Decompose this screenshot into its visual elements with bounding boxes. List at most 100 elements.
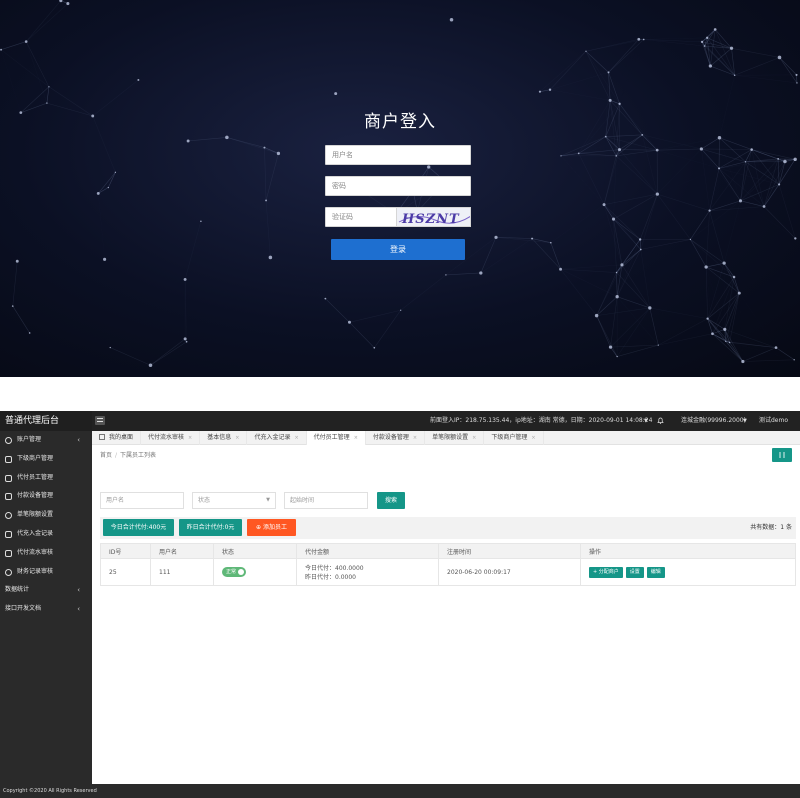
- sidebar-item-label: 代付流水审核: [17, 548, 54, 556]
- sidebar-item-label: 接口开发文档: [5, 605, 42, 613]
- person-icon: [5, 455, 12, 463]
- sidebar-item[interactable]: 代付员工管理: [0, 469, 92, 488]
- toolbar: 今日合计代付:400元 昨日合计代付:0元 ⊕ 添加员工 共有数据：1 条: [100, 517, 796, 539]
- shield-icon: [5, 549, 12, 557]
- toggle-knob: [238, 569, 244, 575]
- sidebar-item[interactable]: 代付流水审核: [0, 544, 92, 563]
- cell-actions: + 分配商户 设置 编辑: [580, 558, 796, 586]
- menu-toggle-icon[interactable]: [95, 416, 105, 425]
- login-info-caret-icon[interactable]: ▼: [644, 411, 648, 431]
- refresh-button[interactable]: [772, 448, 792, 462]
- tab[interactable]: 基本信息 ×: [200, 431, 248, 445]
- total-count: 共有数据：1 条: [750, 524, 792, 531]
- password-input[interactable]: 密码: [325, 176, 471, 196]
- login-button[interactable]: 登录: [331, 239, 465, 260]
- edit-button[interactable]: 编辑: [646, 566, 665, 578]
- top-bar: 普通代理后台 前面登入IP：218.75.135.44，ip地址：湖南 常德，日…: [0, 411, 800, 431]
- tab[interactable]: 代充入金记录 ×: [247, 431, 307, 445]
- tab-label: 代付员工管理: [313, 434, 350, 441]
- table-header-row: ID号 用户名 状态 代付金额 注册时间 操作: [100, 543, 796, 559]
- cell-id: 25: [100, 558, 151, 586]
- tab-label: 单笔限额设置: [432, 434, 469, 441]
- tab-label: 基本信息: [207, 434, 232, 441]
- user-caret-icon[interactable]: ▼: [743, 411, 747, 431]
- sidebar-item-label: 数据统计: [5, 586, 30, 594]
- sidebar-item-label: 下级商户管理: [17, 454, 54, 462]
- sidebar-item-label: 代充入金记录: [17, 529, 54, 537]
- coin-icon: [5, 568, 12, 576]
- captcha-text: HSZNT: [401, 212, 460, 227]
- employee-table: ID号 用户名 状态 代付金额 注册时间 操作 25 111 正常 今日代付：4…: [100, 543, 796, 586]
- chevron-down-icon: ▼: [266, 497, 270, 503]
- login-title: 商户登入: [364, 112, 436, 132]
- status-toggle[interactable]: 正常: [222, 567, 246, 577]
- captcha-input[interactable]: 验证码: [325, 207, 397, 227]
- phone-icon: [5, 493, 12, 501]
- close-icon[interactable]: ×: [413, 435, 417, 441]
- sidebar-item[interactable]: 代充入金记录: [0, 525, 92, 544]
- tab[interactable]: 付款设备管理 ×: [366, 431, 426, 445]
- close-icon[interactable]: ×: [531, 435, 535, 441]
- assign-merchant-button[interactable]: + 分配商户: [589, 566, 623, 578]
- sidebar-item-label: 财务记录审核: [17, 567, 54, 575]
- col-status: 状态: [213, 543, 297, 559]
- bell-icon[interactable]: [657, 417, 664, 424]
- add-icon: ⊕: [256, 524, 263, 531]
- col-username: 用户名: [150, 543, 214, 559]
- settings-button[interactable]: 设置: [625, 566, 644, 578]
- refresh-icon: [779, 452, 785, 458]
- sidebar-item[interactable]: 数据统计 ‹: [0, 581, 92, 600]
- username-filter-input[interactable]: 用户名: [100, 492, 184, 509]
- sidebar-item-label: 付款设备管理: [17, 492, 54, 500]
- username-input[interactable]: 用户名: [325, 145, 471, 165]
- sidebar-item[interactable]: 付款设备管理: [0, 487, 92, 506]
- sidebar-item[interactable]: 财务记录审核: [0, 563, 92, 582]
- tab-label: 代充入金记录: [254, 434, 291, 441]
- tab-label: 代付流水审核: [148, 434, 185, 441]
- captcha-image[interactable]: HSZNT: [396, 207, 471, 227]
- user-menu[interactable]: 连城金融(99996.2000): [681, 411, 746, 431]
- user-icon: [5, 437, 12, 444]
- add-employee-button[interactable]: ⊕ 添加员工: [247, 519, 296, 536]
- close-icon[interactable]: ×: [235, 435, 239, 441]
- close-icon[interactable]: ×: [188, 435, 192, 441]
- sidebar-item[interactable]: 账户管理 ‹: [0, 431, 92, 450]
- sidebar-item-label: 账户管理: [17, 436, 42, 443]
- home-icon: [99, 434, 105, 440]
- status-toggle-label: 正常: [226, 569, 237, 575]
- account-name[interactable]: 测试demo: [759, 411, 788, 431]
- chevron-left-icon: ‹: [77, 436, 80, 444]
- cell-status: 正常: [213, 558, 297, 586]
- sidebar-item[interactable]: 接口开发文档 ‹: [0, 600, 92, 619]
- tab[interactable]: 代付流水审核 ×: [141, 431, 201, 445]
- login-screen: 商户登入 用户名 密码 验证码 HSZNT 登录: [0, 0, 800, 377]
- tab-bar: 我的桌面 代付流水审核 × 基本信息 × 代充入金记录 × 代付员工管理 × 付款设备管理 × 单笔限…: [92, 431, 800, 445]
- col-actions: 操作: [580, 543, 796, 559]
- tab[interactable]: 代付员工管理 ×: [306, 431, 366, 445]
- col-register-time: 注册时间: [438, 543, 581, 559]
- tab[interactable]: 我的桌面: [92, 431, 142, 445]
- amount-today: 今日代付：400.0000: [305, 565, 364, 572]
- close-icon[interactable]: ×: [294, 435, 298, 441]
- tab[interactable]: 单笔限额设置 ×: [425, 431, 485, 445]
- close-icon[interactable]: ×: [354, 435, 358, 441]
- sidebar-item-label: 代付员工管理: [17, 473, 54, 481]
- clock-icon: [5, 512, 12, 520]
- sidebar-item[interactable]: 下级商户管理: [0, 450, 92, 469]
- amount-yesterday: 昨日代付：0.0000: [305, 574, 356, 581]
- status-filter-select[interactable]: 状态 ▼: [192, 492, 276, 509]
- search-button[interactable]: 搜索: [377, 492, 405, 509]
- chevron-left-icon: ‹: [77, 586, 80, 595]
- admin-screen: 普通代理后台 前面登入IP：218.75.135.44，ip地址：湖南 常德，日…: [0, 411, 800, 798]
- sidebar-item[interactable]: 单笔限额设置: [0, 506, 92, 525]
- cell-amount: 今日代付：400.0000 昨日代付：0.0000: [296, 558, 439, 586]
- start-time-input[interactable]: 起始时间: [284, 492, 368, 509]
- tab[interactable]: 下级商户管理 ×: [484, 431, 544, 445]
- today-total-button[interactable]: 今日合计代付:400元: [103, 519, 174, 536]
- breadcrumb-home[interactable]: 首页: [100, 452, 112, 459]
- table-row: 25 111 正常 今日代付：400.0000 昨日代付：0.0000 2020…: [100, 558, 796, 586]
- close-icon[interactable]: ×: [472, 435, 476, 441]
- calendar-icon: [5, 530, 12, 538]
- yesterday-total-button[interactable]: 昨日合计代付:0元: [179, 519, 242, 536]
- tab-label: 付款设备管理: [372, 434, 409, 441]
